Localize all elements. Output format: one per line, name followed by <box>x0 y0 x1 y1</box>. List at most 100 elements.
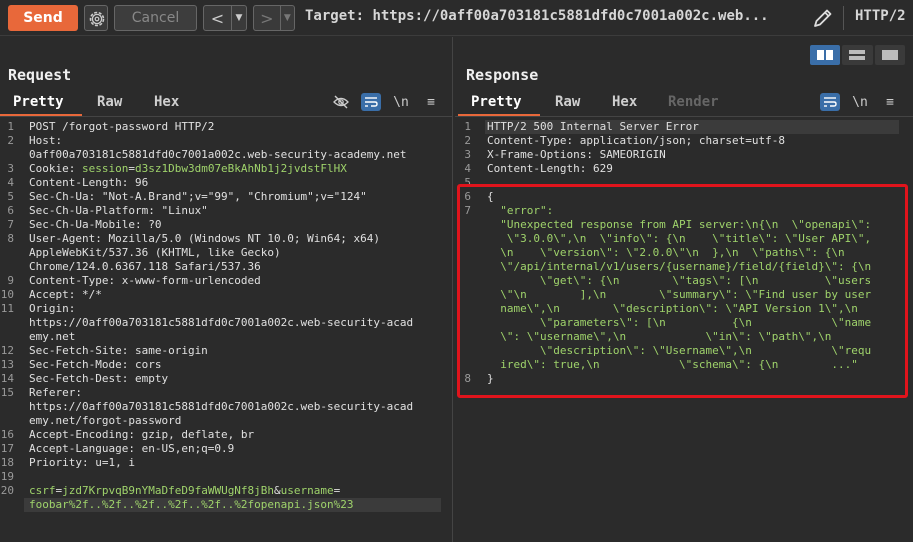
code-line: foobar%2f..%2f..%2f..%2f..%2f..%2fopenap… <box>29 498 354 512</box>
layout-side-by-side-icon[interactable] <box>810 45 841 65</box>
code-token: Content-Type: x-www-form-urlencoded <box>29 274 261 287</box>
line-number: 17 <box>0 442 14 455</box>
line-number: 10 <box>0 288 14 301</box>
target-display: Target: https://0aff00a703181c5881dfd0c7… <box>305 8 769 24</box>
code-token: X-Frame-Options: SAMEORIGIN <box>487 148 666 161</box>
layout-stacked-icon[interactable] <box>842 45 873 65</box>
code-token: POST /forgot-password HTTP/2 <box>29 120 215 133</box>
code-line: https://0aff00a703181c5881dfd0c7001a002c… <box>29 400 413 414</box>
line-number: 20 <box>0 484 14 497</box>
code-token: & <box>274 484 281 497</box>
hide-nonprintable-icon[interactable] <box>331 93 351 111</box>
tab-pretty[interactable]: Pretty <box>13 94 64 110</box>
code-line: Host: <box>29 134 62 148</box>
settings-button[interactable] <box>84 5 108 31</box>
tab-raw[interactable]: Raw <box>97 94 122 110</box>
line-number: 19 <box>0 470 14 483</box>
line-number: 7 <box>7 218 14 231</box>
code-line: https://0aff00a703181c5881dfd0c7001a002c… <box>29 316 413 330</box>
line-number: 13 <box>0 358 14 371</box>
code-line: Referer: <box>29 386 82 400</box>
code-line: Origin: <box>29 302 75 316</box>
code-token: AppleWebKit/537.36 (KHTML, like Gecko) <box>29 246 281 259</box>
annotation-highlight-box <box>457 184 908 398</box>
line-number: 14 <box>0 372 14 385</box>
newline-toggle-icon[interactable]: \n <box>850 93 870 111</box>
code-token: Sec-Fetch-Site: same-origin <box>29 344 208 357</box>
target-label: Target: <box>305 8 365 24</box>
menu-icon[interactable]: ≡ <box>421 93 441 111</box>
code-token: Sec-Fetch-Dest: empty <box>29 372 169 385</box>
code-line: 0aff00a703181c5881dfd0c7001a002c.web-sec… <box>29 148 407 162</box>
chevron-left-icon[interactable]: < <box>204 6 232 30</box>
response-tabs: Pretty Raw Hex Render \n ≡ <box>455 90 913 116</box>
tab-render[interactable]: Render <box>668 94 719 110</box>
layout-switcher <box>810 45 905 65</box>
code-line: Sec-Fetch-Site: same-origin <box>29 344 208 358</box>
response-pane: Response Pretty Raw Hex Render \n ≡ 1 HTT… <box>455 37 913 542</box>
code-token: foobar%2f..%2f..%2f..%2f..%2f..%2fopenap… <box>29 498 354 511</box>
newline-toggle-icon[interactable]: \n <box>391 93 411 111</box>
code-line: Priority: u=1, i <box>29 456 135 470</box>
edit-target-button[interactable] <box>811 6 835 34</box>
code-token: https://0aff00a703181c5881dfd0c7001a002c… <box>29 316 414 329</box>
line-number: 5 <box>7 190 14 203</box>
code-token: Chrome/124.0.6367.118 Safari/537.36 <box>29 260 261 273</box>
code-line: Sec-Ch-Ua: "Not-A.Brand";v="99", "Chromi… <box>29 190 367 204</box>
code-line: AppleWebKit/537.36 (KHTML, like Gecko) <box>29 246 281 260</box>
history-back-group: < ▼ <box>203 5 247 31</box>
code-token: Sec-Ch-Ua-Platform: "Linux" <box>29 204 208 217</box>
code-token: = <box>128 162 135 175</box>
code-line: Sec-Fetch-Mode: cors <box>29 358 161 372</box>
request-title: Request <box>8 66 72 84</box>
code-token: = <box>333 484 341 497</box>
code-token: Host: <box>29 134 63 147</box>
code-token: Accept-Encoding: gzip, deflate, br <box>29 428 255 441</box>
code-line: POST /forgot-password HTTP/2 <box>29 120 214 134</box>
line-number: 11 <box>0 302 14 315</box>
word-wrap-icon[interactable] <box>820 93 840 111</box>
code-token: Referer: <box>29 386 82 399</box>
line-number: 3 <box>7 162 14 175</box>
code-line: Sec-Ch-Ua-Mobile: ?0 <box>29 218 161 232</box>
send-button[interactable]: Send <box>8 5 78 31</box>
cancel-button[interactable]: Cancel <box>114 5 197 31</box>
http-version-selector[interactable]: HTTP/2 <box>855 8 906 24</box>
chevron-right-icon[interactable]: > <box>254 6 281 30</box>
code-line: Sec-Ch-Ua-Platform: "Linux" <box>29 204 208 218</box>
code-token: User-Agent: Mozilla/5.0 (Windows NT 10.0… <box>29 232 380 245</box>
line-number: 18 <box>0 456 14 469</box>
chevron-down-icon[interactable]: ▼ <box>232 6 246 30</box>
pencil-icon <box>814 9 832 27</box>
menu-icon[interactable]: ≡ <box>880 93 900 111</box>
line-number: 8 <box>7 232 14 245</box>
tab-pretty[interactable]: Pretty <box>471 94 522 110</box>
toolbar: Send Cancel < ▼ > ▼ Target: https://0aff… <box>0 0 913 36</box>
tab-hex[interactable]: Hex <box>612 94 637 110</box>
word-wrap-icon[interactable] <box>361 93 381 111</box>
line-number: 9 <box>7 274 14 287</box>
line-number: 1 <box>7 120 14 133</box>
code-line: emy.net/forgot-password <box>29 414 181 428</box>
code-token: Content-Length: 96 <box>29 176 149 189</box>
code-token: Accept-Language: en-US,en;q=0.9 <box>29 442 235 455</box>
line-number: 3 <box>464 148 471 161</box>
code-line: X-Frame-Options: SAMEORIGIN <box>487 148 666 162</box>
line-number: 12 <box>0 344 14 357</box>
line-number: 16 <box>0 428 14 441</box>
code-token: Sec-Ch-Ua-Mobile: ?0 <box>29 218 162 231</box>
gear-icon <box>89 11 105 27</box>
code-token: Priority: u=1, i <box>29 456 135 469</box>
line-number: 6 <box>7 204 14 217</box>
code-line: Content-Length: 629 <box>487 162 613 176</box>
tab-raw[interactable]: Raw <box>555 94 580 110</box>
layout-tabs-icon[interactable] <box>874 45 905 65</box>
code-token: jzd7KrpvqB9nYMaDfeD9faWWUgNf8jBh <box>62 484 275 497</box>
code-line: Content-Type: application/json; charset=… <box>487 134 785 148</box>
tabs-divider <box>455 116 913 117</box>
chevron-down-icon[interactable]: ▼ <box>281 6 294 30</box>
code-token: https://0aff00a703181c5881dfd0c7001a002c… <box>29 400 414 413</box>
tab-hex[interactable]: Hex <box>154 94 179 110</box>
code-token: Content-Length: 629 <box>487 162 613 175</box>
request-pane: Request Pretty Raw Hex \n ≡ 1 POST /forgo… <box>0 37 453 542</box>
